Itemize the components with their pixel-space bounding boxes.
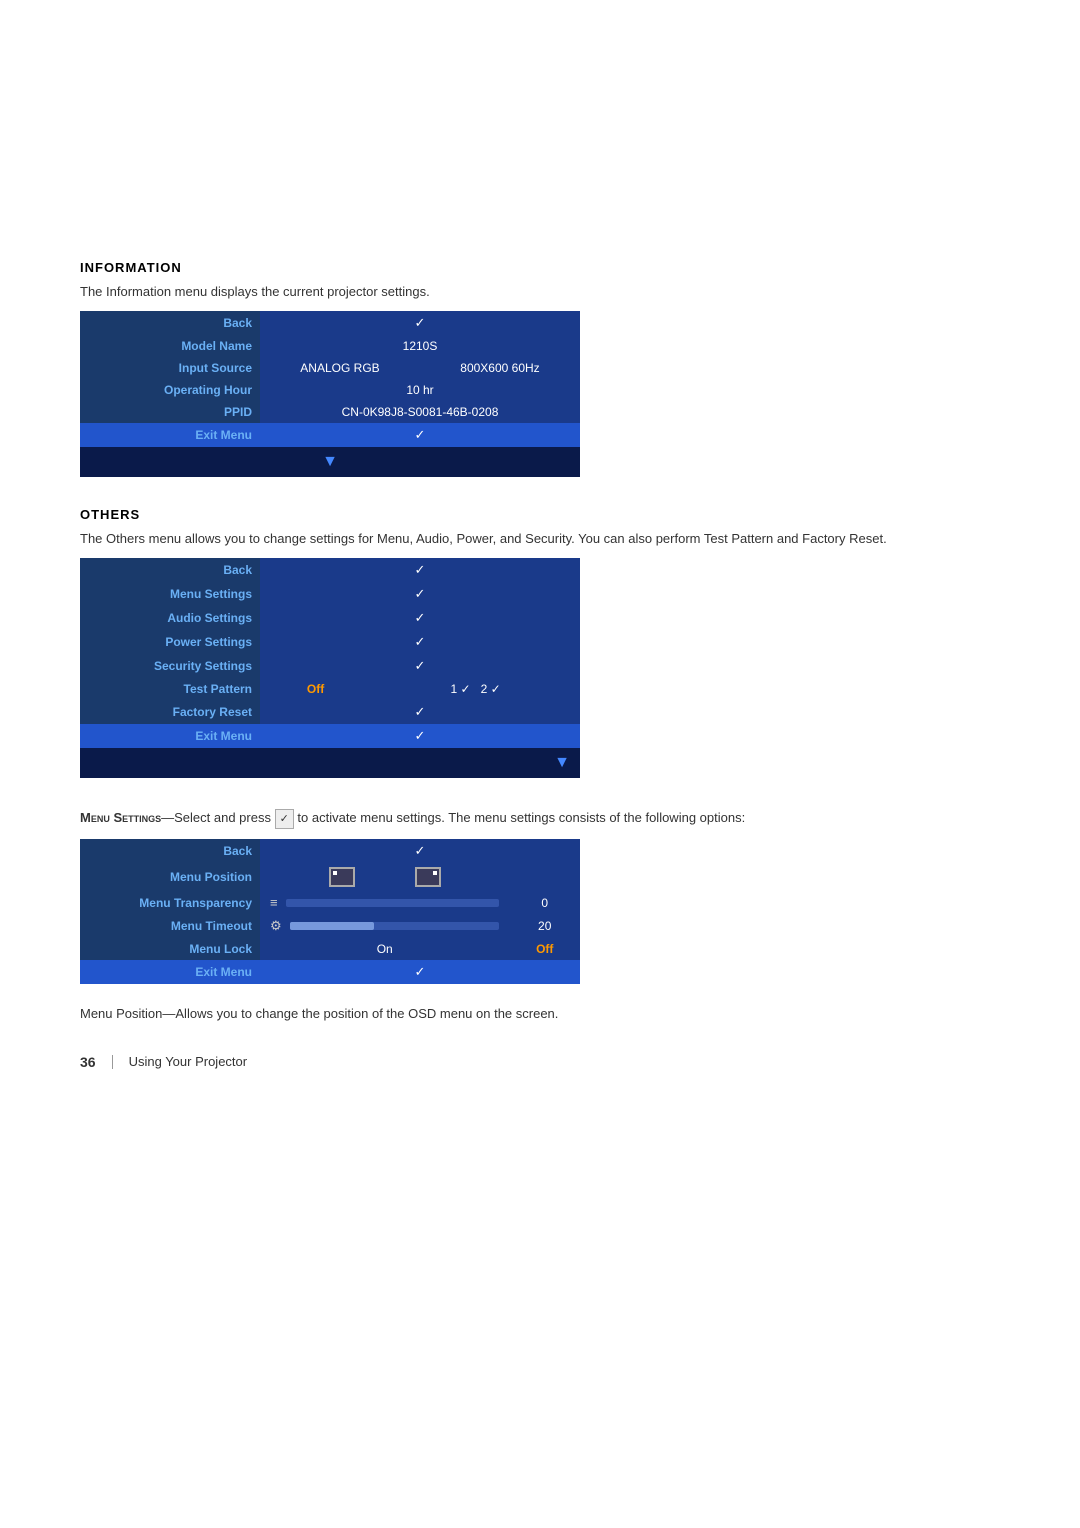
footer-text: Using Your Projector xyxy=(129,1054,248,1069)
row-value2: 800X600 60Hz xyxy=(420,357,580,379)
row-value2: Off xyxy=(509,938,580,960)
menu-settings-table: Back ✓ Menu Position xyxy=(80,839,580,984)
exit-menu-value: ✓ xyxy=(260,960,580,984)
table-row: Input Source ANALOG RGB 800X600 60Hz xyxy=(80,357,580,379)
menu-settings-intro: Menu Settings—Select and press ✓ to acti… xyxy=(80,808,1000,829)
row-value: 1210S xyxy=(260,335,580,357)
row-value2 xyxy=(509,863,580,891)
table-row: Menu Settings ✓ xyxy=(80,582,580,606)
table-row: Security Settings ✓ xyxy=(80,654,580,678)
table-row: Factory Reset ✓ xyxy=(80,700,580,724)
slider-icon2: ⚙ xyxy=(270,918,282,934)
scroll-indicator-row: ▼ xyxy=(80,447,580,477)
row-value: ≡ xyxy=(260,891,509,914)
exit-menu-row[interactable]: Exit Menu ✓ xyxy=(80,423,580,447)
table-row: Operating Hour 10 hr xyxy=(80,379,580,401)
exit-menu-label: Exit Menu xyxy=(80,423,260,447)
menu-position-bold-label: Menu Position xyxy=(80,1006,162,1021)
table-row: Audio Settings ✓ xyxy=(80,606,580,630)
footer-divider xyxy=(112,1055,113,1069)
row-value: ✓ xyxy=(260,654,580,678)
menu-position-description: Menu Position—Allows you to change the p… xyxy=(80,1004,1000,1024)
row-value: ANALOG RGB xyxy=(260,357,420,379)
row-label: Menu Lock xyxy=(80,938,260,960)
exit-menu-row[interactable]: Exit Menu ✓ xyxy=(80,960,580,984)
row-value: Off xyxy=(260,678,371,700)
row-value: ✓ xyxy=(260,700,580,724)
table-row: PPID CN-0K98J8-S0081-46B-0208 xyxy=(80,401,580,423)
row-value: ✓ xyxy=(260,839,580,863)
inline-checkmark: ✓ xyxy=(275,809,294,830)
row-label: Menu Timeout xyxy=(80,914,260,938)
row-label: Menu Transparency xyxy=(80,891,260,914)
transparency-slider[interactable]: ≡ xyxy=(270,895,499,910)
row-value2: 0 xyxy=(509,891,580,914)
table-row: Test Pattern Off 1 ✓ 2 ✓ xyxy=(80,678,580,700)
row-label: Operating Hour xyxy=(80,379,260,401)
row-label: Audio Settings xyxy=(80,606,260,630)
table-row: Menu Transparency ≡ 0 xyxy=(80,891,580,914)
row-value2: 1 ✓ 2 ✓ xyxy=(371,678,580,700)
table-row: Menu Timeout ⚙ 20 xyxy=(80,914,580,938)
monitor-icon-right xyxy=(415,867,441,887)
table-row: Menu Position xyxy=(80,863,580,891)
others-description: The Others menu allows you to change set… xyxy=(80,530,1000,548)
others-section: OTHERS The Others menu allows you to cha… xyxy=(80,507,1000,778)
information-title: INFORMATION xyxy=(80,260,1000,275)
row-label: Test Pattern xyxy=(80,678,260,700)
information-section: INFORMATION The Information menu display… xyxy=(80,260,1000,477)
exit-menu-value: ✓ xyxy=(260,423,580,447)
exit-menu-label: Exit Menu xyxy=(80,960,260,984)
row-value: CN-0K98J8-S0081-46B-0208 xyxy=(260,401,580,423)
row-label: Power Settings xyxy=(80,630,260,654)
row-value: ✓ xyxy=(260,558,580,582)
row-label: Factory Reset xyxy=(80,700,260,724)
row-value: ⚙ xyxy=(260,914,509,938)
row-label: Menu Settings xyxy=(80,582,260,606)
row-label: Back xyxy=(80,839,260,863)
row-label: Menu Position xyxy=(80,863,260,891)
slider-icon: ≡ xyxy=(270,895,278,910)
row-label: Back xyxy=(80,311,260,335)
timeout-slider[interactable]: ⚙ xyxy=(270,918,499,934)
row-label: Model Name xyxy=(80,335,260,357)
information-table: Back ✓ Model Name 1210S Input Source ANA… xyxy=(80,311,580,477)
slider-fill2 xyxy=(290,922,374,930)
slider-track2[interactable] xyxy=(290,922,500,930)
row-value2: 20 xyxy=(509,914,580,938)
table-row: Back ✓ xyxy=(80,311,580,335)
slider-track[interactable] xyxy=(286,899,500,907)
row-label: Back xyxy=(80,558,260,582)
row-label: PPID xyxy=(80,401,260,423)
menu-position-icons xyxy=(270,867,499,887)
scroll-indicator-row: ▼ xyxy=(80,748,580,778)
table-row: Model Name 1210S xyxy=(80,335,580,357)
row-value: 10 hr xyxy=(260,379,580,401)
row-value xyxy=(260,863,509,891)
information-description: The Information menu displays the curren… xyxy=(80,283,1000,301)
others-title: OTHERS xyxy=(80,507,1000,522)
exit-menu-value: ✓ xyxy=(260,724,580,748)
row-label: Input Source xyxy=(80,357,260,379)
row-value: ✓ xyxy=(260,311,580,335)
row-value: ✓ xyxy=(260,630,580,654)
menu-settings-bold-label: Menu Settings xyxy=(80,810,161,825)
monitor-icon-left xyxy=(329,867,355,887)
table-row: Back ✓ xyxy=(80,558,580,582)
row-value: ✓ xyxy=(260,582,580,606)
page-footer: 36 Using Your Projector xyxy=(80,1054,1000,1070)
page-number: 36 xyxy=(80,1054,96,1070)
table-row: Menu Lock On Off xyxy=(80,938,580,960)
exit-menu-row[interactable]: Exit Menu ✓ xyxy=(80,724,580,748)
others-table: Back ✓ Menu Settings ✓ Audio Settings ✓ … xyxy=(80,558,580,778)
table-row: Back ✓ xyxy=(80,839,580,863)
row-value: On xyxy=(260,938,509,960)
row-value: ✓ xyxy=(260,606,580,630)
exit-menu-label: Exit Menu xyxy=(80,724,260,748)
table-row: Power Settings ✓ xyxy=(80,630,580,654)
menu-settings-section: Menu Settings—Select and press ✓ to acti… xyxy=(80,808,1000,1023)
row-label: Security Settings xyxy=(80,654,260,678)
